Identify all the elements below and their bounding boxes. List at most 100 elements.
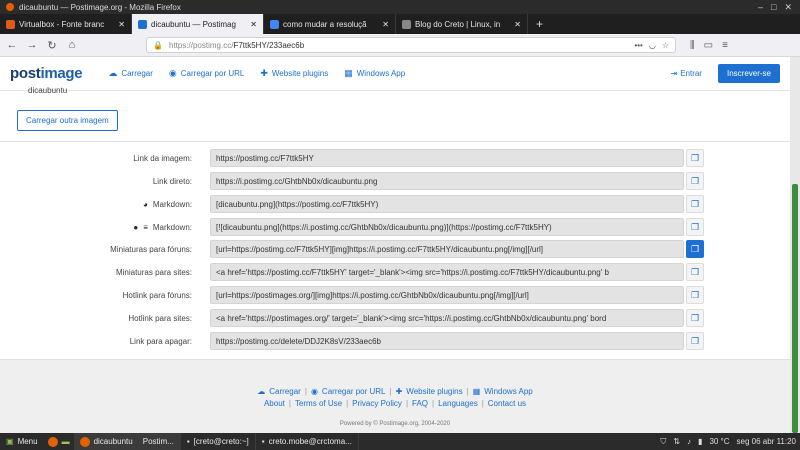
terminal-icon: ▪ (186, 437, 190, 446)
cloud-upload-icon: ☁ (257, 387, 266, 396)
url-prefix: https://postimg.cc/ (168, 40, 234, 50)
sidebar-icon[interactable]: ▭ (704, 40, 713, 51)
battery-icon[interactable]: ▮ (698, 437, 702, 446)
favicon-icon (138, 19, 147, 29)
more-actions-icon[interactable]: ••• (634, 41, 642, 50)
link-value-field[interactable]: [![dicaubuntu.png](https://i.postimg.cc/… (210, 218, 684, 236)
forward-icon[interactable]: → (26, 39, 38, 51)
nav-upload-url-link[interactable]: ◉ Carregar por URL (169, 68, 244, 79)
url-bar[interactable]: 🔒 https://postimg.cc/F7ttk5HY/233aec6b •… (146, 37, 676, 53)
back-icon[interactable]: ← (6, 39, 18, 51)
puzzle-icon: ✚ (395, 387, 403, 396)
github-icon: ● (133, 222, 139, 232)
link-label: Link direto: (0, 177, 200, 186)
bookmark-star-icon[interactable]: ☆ (662, 41, 669, 50)
folder-launcher-icon[interactable]: ▬ (62, 437, 70, 446)
tab-virtualbox[interactable]: Virtualbox - Fonte branc ✕ (0, 14, 132, 34)
pocket-icon[interactable]: ◡ (649, 41, 656, 50)
url-path: F7ttk5HY/233aec6b (233, 40, 305, 50)
system-tray: ⛉ ⇅ ♪ ▮ 30 °C seg 06 abr 11:20 (660, 437, 800, 447)
task-label: Postim... (142, 437, 174, 446)
taskbar-task[interactable]: dicaubuntu Postim... (73, 433, 181, 450)
footer-link[interactable]: Windows App (484, 387, 532, 396)
copy-icon[interactable]: ❐ (686, 309, 704, 327)
footer-link[interactable]: Terms of Use (295, 399, 342, 408)
copy-icon[interactable]: ❐ (686, 218, 704, 236)
start-menu-button[interactable]: ▣ Menu (0, 437, 44, 446)
new-tab-button[interactable]: + (528, 14, 551, 34)
copy-icon[interactable]: ❐ (686, 149, 704, 167)
tab-blog-creto[interactable]: Blog do Creto | Linux, in ✕ (396, 14, 528, 34)
home-icon[interactable]: ⌂ (66, 39, 78, 51)
link-value-field[interactable]: https://i.postimg.cc/GhtbNb0x/dicaubuntu… (210, 172, 684, 190)
volume-icon[interactable]: ♪ (687, 437, 691, 446)
link-row: Link da imagem: https://postimg.cc/F7ttk… (0, 149, 790, 167)
maximize-icon[interactable]: □ (771, 2, 776, 13)
footer-link[interactable]: Privacy Policy (352, 399, 402, 408)
scrollbar-thumb[interactable] (792, 184, 798, 433)
taskbar-task[interactable]: ▪ creto.mobe@crctoma... (256, 433, 359, 450)
footer-link[interactable]: Languages (438, 399, 478, 408)
login-link[interactable]: ⇥ Entrar (670, 69, 702, 78)
separator: | (481, 399, 484, 408)
tab-close-icon[interactable]: ✕ (514, 20, 521, 29)
windows-icon: ▦ (344, 68, 353, 78)
tab-postimage[interactable]: dicaubuntu — Postimag ✕ (132, 14, 264, 34)
link-value-field[interactable]: https://postimg.cc/F7ttk5HY (210, 149, 684, 167)
link-label-text: Hotlink para sites: (128, 313, 192, 323)
copy-icon[interactable]: ❐ (686, 240, 704, 258)
library-icon[interactable]: ⫼ (690, 40, 695, 51)
shield-icon[interactable]: ⛉ (660, 437, 666, 447)
footer-link[interactable]: Website plugins (406, 387, 462, 396)
footer-nav: ☁ Carregar | ◉ Carregar por URL | ✚ Website p… (0, 387, 790, 396)
firefox-launcher-icon[interactable] (47, 436, 58, 447)
tab-close-icon[interactable]: ✕ (118, 20, 125, 29)
tab-close-icon[interactable]: ✕ (250, 20, 257, 29)
favicon-icon (402, 19, 411, 29)
link-label: Link da imagem: (0, 154, 200, 163)
window-titlebar: dicaubuntu — Postimage.org - Mozilla Fir… (0, 0, 800, 14)
copy-icon[interactable]: ❐ (686, 332, 704, 350)
site-header: postimage ☁ Carregar ◉ Carregar por URL ✚ W… (0, 57, 790, 91)
taskbar-task[interactable]: ▪ [creto@creto:~] (181, 433, 256, 450)
copy-icon[interactable]: ❐ (686, 172, 704, 190)
copy-icon[interactable]: ❐ (686, 263, 704, 281)
lock-icon[interactable]: 🔒 (153, 41, 163, 50)
minimize-icon[interactable]: – (758, 2, 763, 13)
logo-part-a: post (10, 65, 41, 82)
menu-icon[interactable]: ≡ (722, 40, 728, 51)
footer-link[interactable]: Contact us (488, 399, 526, 408)
url-actions: ••• ◡ ☆ (634, 41, 669, 50)
tab-resolucao[interactable]: como mudar a resoluçã ✕ (264, 14, 396, 34)
signup-button[interactable]: Inscrever-se (717, 64, 780, 83)
nav-plugins-link[interactable]: ✚ Website plugins (260, 68, 328, 79)
copy-icon[interactable]: ❐ (686, 286, 704, 304)
upload-another-button[interactable]: Carregar outra imagem (17, 110, 118, 131)
divider (0, 141, 790, 142)
footer-link[interactable]: About (264, 399, 285, 408)
link-value-field[interactable]: [url=https://postimg.cc/F7ttk5HY][img]ht… (210, 240, 684, 258)
close-window-icon[interactable]: ✕ (784, 2, 792, 13)
network-icon[interactable]: ⇅ (673, 437, 680, 446)
footer-link[interactable]: FAQ (412, 399, 428, 408)
link-value-field[interactable]: <a href='https://postimages.org/' target… (210, 309, 684, 327)
reload-icon[interactable]: ↻ (46, 39, 58, 52)
link-value-field[interactable]: [dicaubuntu.png](https://postimg.cc/F7tt… (210, 195, 684, 213)
separator: | (389, 387, 392, 396)
nav-upload-link[interactable]: ☁ Carregar (108, 68, 153, 79)
copy-icon[interactable]: ❐ (686, 195, 704, 213)
postimage-logo[interactable]: postimage (10, 65, 83, 82)
main-content: dicaubuntu Carregar outra imagem Link da… (0, 86, 790, 359)
nav-windows-app-link[interactable]: ▦ Windows App (344, 68, 405, 79)
tab-label: Virtualbox - Fonte branc (19, 19, 105, 29)
footer-link[interactable]: Carregar (269, 387, 301, 396)
footer-link[interactable]: Carregar por URL (322, 387, 386, 396)
link-label: Miniaturas para fóruns: (0, 245, 200, 254)
link-value-field[interactable]: https://postimg.cc/delete/DDJ2K8sV/233ae… (210, 332, 684, 350)
link-value-field[interactable]: [url=https://postimages.org/][img]https:… (210, 286, 684, 304)
link-label: Hotlink para sites: (0, 314, 200, 323)
logo-part-b: image (40, 65, 83, 82)
link-value-field[interactable]: <a href='https://postimg.cc/F7ttk5HY' ta… (210, 263, 684, 281)
tab-close-icon[interactable]: ✕ (382, 20, 389, 29)
clock[interactable]: seg 06 abr 11:20 (737, 437, 796, 446)
